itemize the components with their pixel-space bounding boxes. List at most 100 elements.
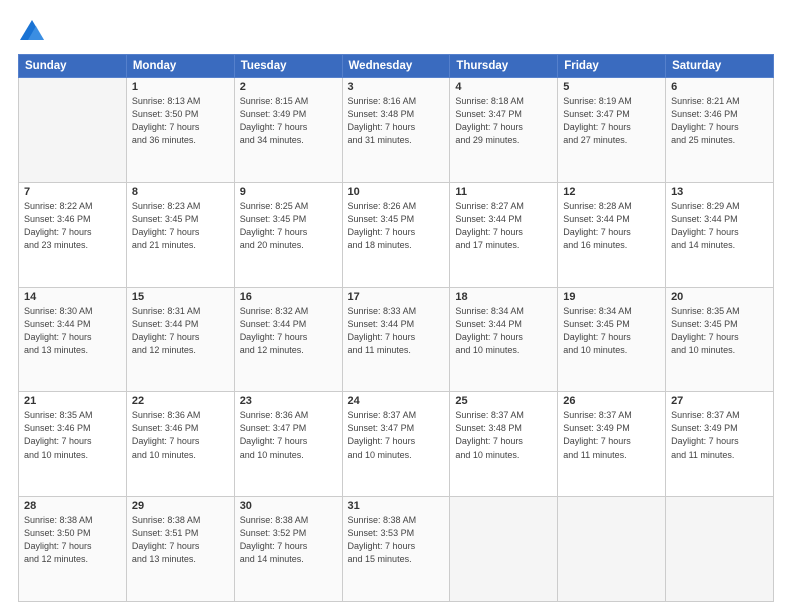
day-number: 10 [348, 186, 445, 198]
day-detail: Sunrise: 8:23 AMSunset: 3:45 PMDaylight:… [132, 200, 229, 252]
weekday-header-saturday: Saturday [666, 55, 774, 78]
day-detail: Sunrise: 8:19 AMSunset: 3:47 PMDaylight:… [563, 95, 660, 147]
day-number: 6 [671, 81, 768, 93]
day-number: 18 [455, 291, 552, 303]
calendar-cell: 3 Sunrise: 8:16 AMSunset: 3:48 PMDaylight… [342, 78, 450, 183]
day-number: 11 [455, 186, 552, 198]
day-number: 31 [348, 500, 445, 512]
day-detail: Sunrise: 8:32 AMSunset: 3:44 PMDaylight:… [240, 305, 337, 357]
day-number: 24 [348, 395, 445, 407]
calendar-cell: 4 Sunrise: 8:18 AMSunset: 3:47 PMDaylight… [450, 78, 558, 183]
day-detail: Sunrise: 8:38 AMSunset: 3:53 PMDaylight:… [348, 514, 445, 566]
day-detail: Sunrise: 8:37 AMSunset: 3:48 PMDaylight:… [455, 409, 552, 461]
day-number: 5 [563, 81, 660, 93]
day-detail: Sunrise: 8:38 AMSunset: 3:50 PMDaylight:… [24, 514, 121, 566]
calendar-cell: 27 Sunrise: 8:37 AMSunset: 3:49 PMDayligh… [666, 392, 774, 497]
calendar-cell: 16 Sunrise: 8:32 AMSunset: 3:44 PMDayligh… [234, 287, 342, 392]
calendar-cell: 14 Sunrise: 8:30 AMSunset: 3:44 PMDayligh… [19, 287, 127, 392]
calendar-cell: 5 Sunrise: 8:19 AMSunset: 3:47 PMDaylight… [558, 78, 666, 183]
calendar-cell: 18 Sunrise: 8:34 AMSunset: 3:44 PMDayligh… [450, 287, 558, 392]
calendar-cell: 15 Sunrise: 8:31 AMSunset: 3:44 PMDayligh… [126, 287, 234, 392]
day-number: 22 [132, 395, 229, 407]
day-detail: Sunrise: 8:33 AMSunset: 3:44 PMDaylight:… [348, 305, 445, 357]
day-detail: Sunrise: 8:22 AMSunset: 3:46 PMDaylight:… [24, 200, 121, 252]
day-number: 23 [240, 395, 337, 407]
calendar-cell [558, 497, 666, 602]
day-detail: Sunrise: 8:18 AMSunset: 3:47 PMDaylight:… [455, 95, 552, 147]
calendar-cell: 17Sunrise: 8:33 AMSunset: 3:44 PMDayligh… [342, 287, 450, 392]
day-number: 28 [24, 500, 121, 512]
calendar-cell: 28 Sunrise: 8:38 AMSunset: 3:50 PMDayligh… [19, 497, 127, 602]
calendar-cell [19, 78, 127, 183]
calendar-week-3: 14 Sunrise: 8:30 AMSunset: 3:44 PMDayligh… [19, 287, 774, 392]
day-number: 21 [24, 395, 121, 407]
weekday-header-tuesday: Tuesday [234, 55, 342, 78]
page: SundayMondayTuesdayWednesdayThursdayFrid… [0, 0, 792, 612]
weekday-header-thursday: Thursday [450, 55, 558, 78]
calendar-cell: 11 Sunrise: 8:27 AMSunset: 3:44 PMDayligh… [450, 182, 558, 287]
day-number: 4 [455, 81, 552, 93]
day-number: 14 [24, 291, 121, 303]
weekday-header-friday: Friday [558, 55, 666, 78]
logo [18, 18, 50, 46]
calendar-cell: 30 Sunrise: 8:38 AMSunset: 3:52 PMDayligh… [234, 497, 342, 602]
calendar-cell: 2Sunrise: 8:15 AMSunset: 3:49 PMDaylight… [234, 78, 342, 183]
calendar-cell: 12Sunrise: 8:28 AMSunset: 3:44 PMDayligh… [558, 182, 666, 287]
day-detail: Sunrise: 8:30 AMSunset: 3:44 PMDaylight:… [24, 305, 121, 357]
day-detail: Sunrise: 8:28 AMSunset: 3:44 PMDaylight:… [563, 200, 660, 252]
day-number: 3 [348, 81, 445, 93]
day-detail: Sunrise: 8:21 AMSunset: 3:46 PMDaylight:… [671, 95, 768, 147]
day-number: 27 [671, 395, 768, 407]
day-detail: Sunrise: 8:26 AMSunset: 3:45 PMDaylight:… [348, 200, 445, 252]
day-number: 15 [132, 291, 229, 303]
calendar-cell: 10 Sunrise: 8:26 AMSunset: 3:45 PMDayligh… [342, 182, 450, 287]
day-detail: Sunrise: 8:37 AMSunset: 3:49 PMDaylight:… [563, 409, 660, 461]
day-number: 25 [455, 395, 552, 407]
calendar-cell: 13 Sunrise: 8:29 AMSunset: 3:44 PMDayligh… [666, 182, 774, 287]
day-detail: Sunrise: 8:38 AMSunset: 3:51 PMDaylight:… [132, 514, 229, 566]
calendar-cell: 29 Sunrise: 8:38 AMSunset: 3:51 PMDayligh… [126, 497, 234, 602]
day-detail: Sunrise: 8:34 AMSunset: 3:44 PMDaylight:… [455, 305, 552, 357]
day-detail: Sunrise: 8:27 AMSunset: 3:44 PMDaylight:… [455, 200, 552, 252]
calendar-cell: 23 Sunrise: 8:36 AMSunset: 3:47 PMDayligh… [234, 392, 342, 497]
calendar-cell: 19 Sunrise: 8:34 AMSunset: 3:45 PMDayligh… [558, 287, 666, 392]
logo-icon [18, 18, 46, 46]
day-number: 9 [240, 186, 337, 198]
day-detail: Sunrise: 8:38 AMSunset: 3:52 PMDaylight:… [240, 514, 337, 566]
weekday-header-wednesday: Wednesday [342, 55, 450, 78]
day-detail: Sunrise: 8:31 AMSunset: 3:44 PMDaylight:… [132, 305, 229, 357]
day-number: 13 [671, 186, 768, 198]
calendar-cell: 6 Sunrise: 8:21 AMSunset: 3:46 PMDaylight… [666, 78, 774, 183]
day-number: 7 [24, 186, 121, 198]
day-detail: Sunrise: 8:15 AMSunset: 3:49 PMDaylight:… [240, 95, 337, 147]
day-number: 16 [240, 291, 337, 303]
weekday-header-monday: Monday [126, 55, 234, 78]
calendar-cell: 24 Sunrise: 8:37 AMSunset: 3:47 PMDayligh… [342, 392, 450, 497]
day-number: 8 [132, 186, 229, 198]
day-number: 19 [563, 291, 660, 303]
calendar-week-2: 7 Sunrise: 8:22 AMSunset: 3:46 PMDaylight… [19, 182, 774, 287]
header [18, 18, 774, 46]
day-detail: Sunrise: 8:35 AMSunset: 3:45 PMDaylight:… [671, 305, 768, 357]
calendar-cell: 8 Sunrise: 8:23 AMSunset: 3:45 PMDaylight… [126, 182, 234, 287]
day-number: 29 [132, 500, 229, 512]
calendar-cell: 1Sunrise: 8:13 AMSunset: 3:50 PMDaylight… [126, 78, 234, 183]
calendar-cell: 26 Sunrise: 8:37 AMSunset: 3:49 PMDayligh… [558, 392, 666, 497]
weekday-header-sunday: Sunday [19, 55, 127, 78]
day-detail: Sunrise: 8:34 AMSunset: 3:45 PMDaylight:… [563, 305, 660, 357]
day-number: 26 [563, 395, 660, 407]
calendar-cell [666, 497, 774, 602]
day-detail: Sunrise: 8:36 AMSunset: 3:47 PMDaylight:… [240, 409, 337, 461]
calendar-cell: 25 Sunrise: 8:37 AMSunset: 3:48 PMDayligh… [450, 392, 558, 497]
day-detail: Sunrise: 8:16 AMSunset: 3:48 PMDaylight:… [348, 95, 445, 147]
day-detail: Sunrise: 8:29 AMSunset: 3:44 PMDaylight:… [671, 200, 768, 252]
calendar-cell [450, 497, 558, 602]
day-number: 30 [240, 500, 337, 512]
calendar-cell: 31 Sunrise: 8:38 AMSunset: 3:53 PMDayligh… [342, 497, 450, 602]
day-detail: Sunrise: 8:35 AMSunset: 3:46 PMDaylight:… [24, 409, 121, 461]
weekday-header-row: SundayMondayTuesdayWednesdayThursdayFrid… [19, 55, 774, 78]
day-detail: Sunrise: 8:37 AMSunset: 3:47 PMDaylight:… [348, 409, 445, 461]
day-detail: Sunrise: 8:37 AMSunset: 3:49 PMDaylight:… [671, 409, 768, 461]
calendar-cell: 20Sunrise: 8:35 AMSunset: 3:45 PMDayligh… [666, 287, 774, 392]
calendar-week-1: 1Sunrise: 8:13 AMSunset: 3:50 PMDaylight… [19, 78, 774, 183]
